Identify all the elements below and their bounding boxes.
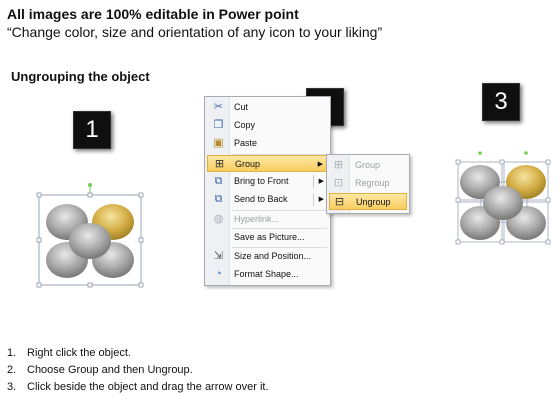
- instruction-text: Right click the object.: [27, 347, 131, 359]
- submenu-arrow-icon: ▶: [318, 196, 324, 203]
- menu-item-label: Send to Back: [234, 194, 288, 204]
- menu-item-cut[interactable]: ✂ Cut: [207, 99, 328, 116]
- paste-icon: ▣: [213, 137, 224, 149]
- regroup-icon: ⊡: [333, 177, 344, 189]
- menu-item-label: Group: [235, 159, 261, 169]
- instruction-2: 2. Choose Group and then Ungroup.: [7, 364, 193, 376]
- ungroup-icon: ⊟: [334, 196, 345, 208]
- menu-item-paste[interactable]: ▣ Paste: [207, 135, 328, 152]
- group-icon: ⊞: [333, 159, 344, 171]
- page-subtitle: “Change color, size and orientation of a…: [7, 24, 383, 40]
- instruction-text: Click beside the object and drag the arr…: [27, 381, 269, 393]
- menu-item-save-as-picture[interactable]: Save as Picture...: [207, 229, 328, 246]
- send-to-back-icon: ⧉: [214, 193, 223, 205]
- menu-item-format-shape[interactable]: ◔ Format Shape...: [207, 266, 328, 283]
- menu-item-label: Paste: [234, 138, 258, 148]
- menu-item-label: Size and Position...: [234, 251, 312, 261]
- menu-item-size-and-position[interactable]: ⇲ Size and Position...: [207, 248, 328, 265]
- menu-item-label: Save as Picture...: [234, 232, 305, 242]
- menu-item-label: Format Shape...: [234, 269, 299, 279]
- submenu-item-regroup[interactable]: ⊡ Regroup: [329, 175, 407, 192]
- ungrouped-object[interactable]: [454, 146, 554, 254]
- section-heading: Ungrouping the object: [11, 69, 150, 84]
- rotation-handle[interactable]: [88, 183, 92, 187]
- step-1-badge: 1: [73, 111, 111, 149]
- instruction-1: 1. Right click the object.: [7, 347, 131, 359]
- instruction-3: 3. Click beside the object and drag the a…: [7, 381, 269, 393]
- group-submenu: ⊞ Group ⊡ Regroup ⊟ Ungroup: [326, 154, 410, 214]
- menu-item-send-to-back[interactable]: ⧉ Send to Back ▶: [207, 191, 328, 208]
- step-3-badge: 3: [482, 83, 520, 121]
- menu-item-label: Bring to Front: [234, 176, 289, 186]
- instruction-text: Choose Group and then Ungroup.: [27, 364, 193, 376]
- submenu-item-ungroup[interactable]: ⊟ Ungroup: [329, 193, 407, 210]
- size-position-icon: ⇲: [213, 250, 224, 262]
- menu-item-bring-to-front[interactable]: ⧉ Bring to Front ▶: [207, 173, 328, 190]
- bring-to-front-icon: ⧉: [214, 175, 223, 187]
- submenu-arrow-icon: ▶: [317, 161, 323, 168]
- menu-item-label: Hyperlink...: [234, 214, 280, 224]
- menu-item-hyperlink[interactable]: ◍ Hyperlink...: [207, 211, 328, 228]
- menu-item-copy[interactable]: ❐ Copy: [207, 117, 328, 134]
- submenu-arrow-icon: ▶: [318, 178, 324, 185]
- group-icon: ⊞: [214, 158, 225, 170]
- page-title: All images are 100% editable in Power po…: [7, 6, 299, 22]
- scissors-icon: ✂: [213, 101, 224, 113]
- submenu-item-label: Ungroup: [356, 197, 391, 207]
- submenu-item-label: Regroup: [355, 178, 390, 188]
- circle-center[interactable]: [483, 186, 523, 220]
- instruction-number: 3.: [7, 381, 17, 393]
- format-shape-icon: ◔: [215, 268, 222, 280]
- menu-item-label: Cut: [234, 102, 249, 112]
- instruction-number: 1.: [7, 347, 17, 359]
- grouped-object[interactable]: [34, 180, 146, 290]
- hyperlink-icon: ◍: [213, 213, 224, 225]
- submenu-item-label: Group: [355, 160, 381, 170]
- copy-icon: ❐: [213, 119, 224, 131]
- context-menu: ✂ Cut ❐ Copy ▣ Paste ⊞ Group ▶ ⧉ Bring t…: [204, 96, 331, 286]
- menu-item-label: Copy: [234, 120, 256, 130]
- submenu-item-group[interactable]: ⊞ Group: [329, 157, 407, 174]
- circle-center: [69, 223, 111, 259]
- instruction-number: 2.: [7, 364, 17, 376]
- menu-item-group[interactable]: ⊞ Group ▶: [207, 155, 328, 172]
